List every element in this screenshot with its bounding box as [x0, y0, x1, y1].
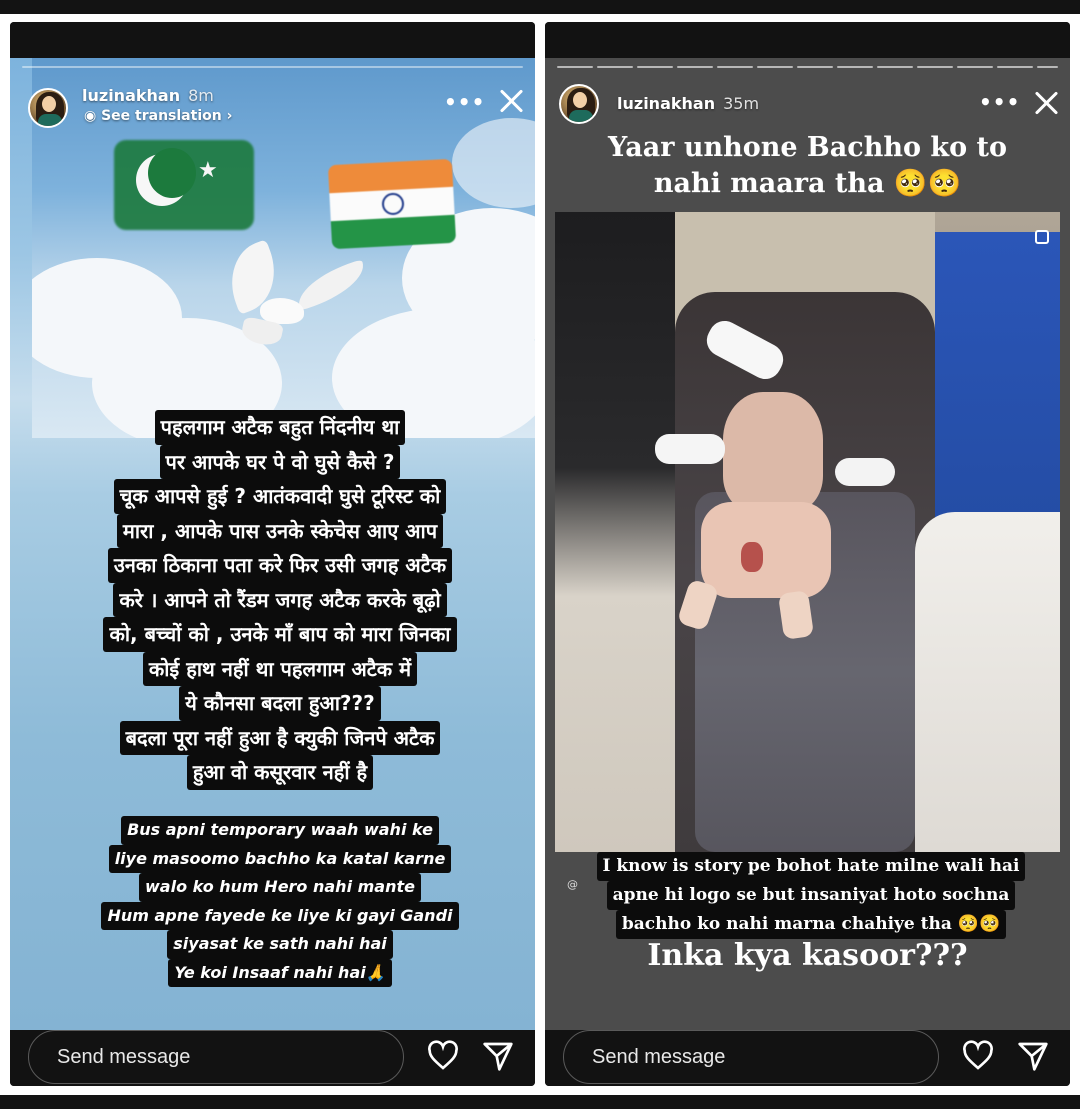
caption-line: walo ko hum Hero nahi mante: [139, 873, 421, 902]
close-icon[interactable]: [1033, 90, 1059, 116]
caption-line: करे । आपने तो रैंडम जगह अटैक करके बूढ़ो: [113, 582, 447, 617]
caption-line: बदला पूरा नहीं हुआ है क्युकी जिनपे अटैक: [119, 720, 441, 755]
caption-line: siyasat ke sath nahi hai: [167, 930, 393, 959]
caption-line: उनका ठिकाना पता करे फिर उसी जगह अटैक: [107, 548, 453, 583]
story-panel-left: ★ luzinakhan8m ◉ See translation › •••: [10, 22, 535, 1086]
status-bar-top: [0, 0, 1080, 14]
heart-icon[interactable]: [961, 1040, 995, 1072]
send-icon[interactable]: [482, 1040, 514, 1072]
story-progress-segment: [877, 66, 913, 68]
caption-line: को, बच्चों को , उनके माँ बाप को मारा जिन…: [103, 617, 457, 652]
reply-bar: Send message: [545, 1030, 1070, 1086]
reply-bar: Send message: [10, 1030, 535, 1086]
story-progress-segment: [557, 66, 593, 68]
heart-icon[interactable]: [426, 1040, 460, 1072]
story-progress-segment: [837, 66, 873, 68]
header-line: nahi maara tha 🥺🥺: [653, 168, 962, 199]
more-options-button[interactable]: •••: [444, 90, 485, 114]
india-flag: [327, 158, 457, 250]
post-time: 35m: [723, 94, 760, 113]
story-progress-segment: [597, 66, 633, 68]
status-strip: [545, 22, 1070, 58]
mention-handle[interactable]: @: [567, 878, 578, 891]
status-strip: [10, 22, 535, 58]
caption-line: पर आपके घर पे वो घुसे कैसे ?: [159, 444, 401, 479]
story-progress-segment: [1037, 66, 1058, 68]
see-translation-link[interactable]: ◉ See translation ›: [84, 108, 232, 124]
avatar[interactable]: [28, 88, 68, 128]
caption-line: I know is story pe bohot hate milne wali…: [596, 852, 1026, 881]
caption-line: Bus apni temporary waah wahi ke: [121, 816, 439, 845]
story-header-text: Yaar unhone Bachho ko to nahi maara tha …: [545, 130, 1070, 202]
story-progress-bar: [22, 66, 523, 68]
globe-icon: ◉: [84, 108, 97, 124]
story-progress-segment: [917, 66, 953, 68]
post-time: 8m: [188, 86, 214, 105]
photo-caption: I know is story pe bohot hate milne wali…: [581, 852, 1041, 939]
caption-line: Ye koi Insaaf nahi hai🙏: [168, 958, 392, 987]
more-options-button[interactable]: •••: [979, 90, 1020, 114]
story-content-right[interactable]: luzinakhan 35m ••• Yaar unhone Bachho ko …: [545, 58, 1070, 1030]
caption-line: हुआ वो कसूरवार नहीं है: [186, 755, 374, 790]
caption-line: Hum apne fayede ke liye ki gayi Gandi: [101, 901, 459, 930]
story-progress-segment: [797, 66, 833, 68]
status-bar-bottom: [0, 1095, 1080, 1109]
chevron-right-icon: ›: [226, 108, 233, 124]
send-icon[interactable]: [1017, 1040, 1049, 1072]
send-message-input[interactable]: Send message: [563, 1030, 939, 1084]
story-progress-segment: [717, 66, 753, 68]
caption-line: पहलगाम अटैक बहुत निंदनीय था: [154, 410, 406, 445]
send-message-input[interactable]: Send message: [28, 1030, 404, 1084]
story-progress-segment: [677, 66, 713, 68]
emphasis-text: Inka kya kasoor???: [647, 938, 968, 973]
caption-line: चूक आपसे हुई ? आतंकवादी घुसे टूरिस्ट को: [113, 479, 447, 514]
caption-line: कोई हाथ नहीं था पहलगाम अटैक में: [142, 651, 418, 686]
avatar[interactable]: [559, 84, 599, 124]
star-icon: ★: [198, 158, 218, 183]
roman-caption: Bus apni temporary waah wahi ke liye mas…: [40, 816, 520, 987]
story-progress-segment: [957, 66, 993, 68]
caption-line: liye masoomo bachho ka katal karne: [108, 844, 452, 873]
username[interactable]: luzinakhan 8m: [82, 86, 214, 105]
multi-image-icon: [1035, 230, 1049, 244]
header-line: Yaar unhone Bachho ko to: [608, 132, 1007, 163]
caption-line: ये कौनसा बदला हुआ???: [179, 686, 381, 721]
story-panel-right: luzinakhan 35m ••• Yaar unhone Bachho ko …: [545, 22, 1070, 1086]
caption-line: मारा , आपके पास उनके स्केचेस आए आप: [116, 513, 444, 548]
hospital-photo: [555, 212, 1060, 852]
chakra-icon: [381, 192, 405, 216]
story-progress-segment: [637, 66, 673, 68]
caption-line: apne hi logo se but insaniyat hoto sochn…: [606, 881, 1016, 910]
hindi-caption: पहलगाम अटैक बहुत निंदनीय था पर आपके घर प…: [40, 410, 520, 790]
username[interactable]: luzinakhan 35m: [617, 94, 759, 113]
story-progress-segment: [757, 66, 793, 68]
caption-line: bachho ko nahi marna chahiye tha 🥺🥺: [615, 910, 1007, 939]
story-progress-segment: [997, 66, 1033, 68]
story-content-left[interactable]: ★ luzinakhan8m ◉ See translation › •••: [10, 58, 535, 1030]
close-icon[interactable]: [498, 88, 524, 114]
